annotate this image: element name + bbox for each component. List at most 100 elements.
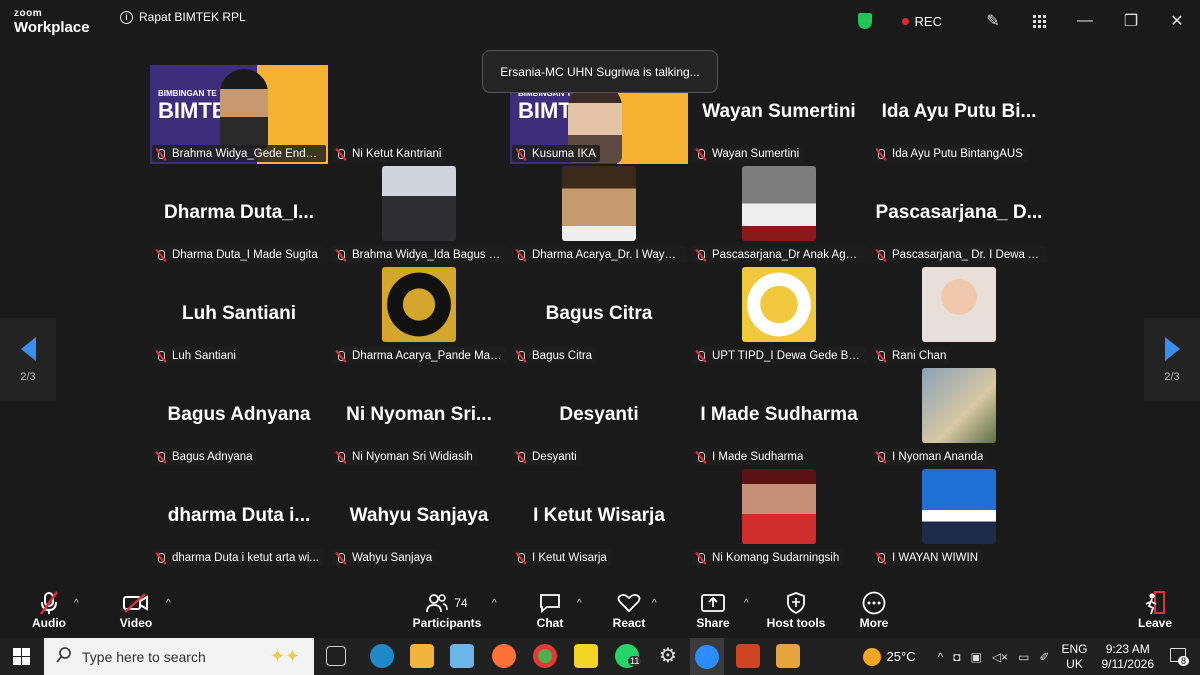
clock[interactable]: 9:23 AM 9/11/2026 [1102, 642, 1155, 672]
audio-button[interactable]: Audio [30, 582, 68, 638]
system-tray: 25°C ^ ◘ ▣ ◁× ▭ ✐ ENG UK 9:23 AM 9/11/20… [862, 638, 1200, 675]
video-button[interactable]: Video [118, 582, 154, 638]
leave-button[interactable]: Leave [1136, 582, 1174, 638]
participant-tile[interactable]: Ni Nyoman Sri... Ni Nyoman Sri Widiasih [330, 368, 508, 467]
audio-options-caret[interactable]: ^ [74, 598, 79, 609]
battery-icon[interactable]: ▭ [1018, 650, 1029, 664]
camera-tray-icon[interactable]: ▣ [970, 650, 981, 664]
react-options-caret[interactable]: ^ [652, 598, 657, 609]
prev-page-button[interactable]: 2/3 [0, 318, 56, 401]
participant-display-name: Wahyu Sanjaya [349, 505, 489, 526]
view-grid-icon[interactable] [1016, 0, 1062, 42]
minimize-button[interactable]: — [1062, 0, 1108, 42]
search-placeholder: Type here to search [82, 648, 206, 665]
windows-start-icon[interactable] [13, 648, 30, 670]
pen-tray-icon[interactable]: ✐ [1039, 650, 1049, 664]
meeting-title: Rapat BIMTEK RPL [139, 10, 246, 24]
participant-name: Ni Ketut Kantriani [352, 147, 442, 160]
clock-time: 9:23 AM [1105, 641, 1150, 656]
meeting-info[interactable]: i Rapat BIMTEK RPL [120, 10, 246, 24]
zoom-taskbar-button[interactable] [690, 638, 724, 675]
participant-name-label: Pascasarjana_ Dr. I Dewa Ay... [872, 246, 1046, 263]
whatsapp-icon[interactable]: 11 [615, 644, 642, 668]
edge-icon[interactable] [370, 644, 394, 668]
file-explorer-icon[interactable] [410, 644, 434, 668]
close-button[interactable]: ✕ [1154, 0, 1200, 42]
participant-tile[interactable]: I WAYAN WIWIN [870, 469, 1048, 568]
participant-tile[interactable]: Ni Komang Sudarningsih [690, 469, 868, 568]
participant-tile[interactable]: Brahma Widya_Ida Bagus P... [330, 166, 508, 265]
video-options-caret[interactable]: ^ [166, 598, 171, 609]
participant-tile[interactable]: Desyanti Desyanti [510, 368, 688, 467]
powerpoint-icon[interactable] [736, 644, 760, 668]
participants-count: 74 [454, 596, 468, 610]
recording-indicator[interactable]: REC [901, 14, 942, 29]
share-button[interactable]: Share [694, 582, 732, 638]
chat-options-caret[interactable]: ^ [577, 598, 582, 609]
title-bar: zoom Workplace i Rapat BIMTEK RPL REC ✎ … [0, 0, 1200, 42]
chat-label: Chat [536, 616, 564, 630]
task-view-icon[interactable] [326, 646, 346, 666]
chrome-icon[interactable] [533, 644, 557, 668]
talking-notification: Ersania-MC UHN Sugriwa is talking... [482, 50, 718, 93]
participant-tile[interactable]: Dharma Duta_I... Dharma Duta_I Made Sugit… [150, 166, 328, 265]
participant-tile[interactable]: Wahyu Sanjaya Wahyu Sanjaya [330, 469, 508, 568]
video-banner-line2: BIMTE [158, 98, 227, 123]
participants-options-caret[interactable]: ^ [492, 598, 497, 609]
participant-tile[interactable]: Dharma Acarya_Dr. I Wayan ... [510, 166, 688, 265]
participant-name: Pascasarjana_Dr Anak Agun... [712, 248, 862, 261]
host-tools-label: Host tools [766, 616, 826, 630]
speaker-muted-icon[interactable]: ◁× [992, 650, 1008, 664]
sticky-notes-icon[interactable] [574, 644, 598, 668]
chat-icon [539, 590, 561, 616]
participant-tile[interactable]: Bagus Adnyana Bagus Adnyana [150, 368, 328, 467]
participants-button[interactable]: 74 Participants [413, 582, 481, 638]
participant-name-label: dharma Duta i ketut arta wi... [152, 549, 324, 566]
host-tools-button[interactable]: Host tools [766, 582, 826, 638]
participant-tile[interactable]: Ida Ayu Putu Bi... Ida Ayu Putu BintangAU… [870, 65, 1048, 164]
notifications-icon[interactable]: 8 [1170, 647, 1190, 666]
chat-button[interactable]: Chat [532, 582, 568, 638]
participant-tile[interactable]: UPT TIPD_I Dewa Gede Budi... [690, 267, 868, 366]
participant-name-label: I Ketut Wisarja [512, 549, 611, 566]
participant-tile[interactable]: BIMBINGAN TE BIMTE Brahma Widya_Gede Endy … [150, 65, 328, 164]
participant-name-label: Bagus Citra [512, 347, 597, 364]
participant-tile[interactable]: Pascasarjana_Dr Anak Agun... [690, 166, 868, 265]
next-page-button[interactable]: 2/3 [1144, 318, 1200, 401]
taskbar-search[interactable]: Type here to search ✦✦ [44, 638, 314, 675]
participant-tile[interactable]: Dharma Acarya_Pande Mad... [330, 267, 508, 366]
store-icon[interactable] [450, 644, 474, 668]
participant-name: Dharma Duta_I Made Sugita [172, 248, 318, 261]
participant-tile[interactable]: Pascasarjana_ D... Pascasarjana_ Dr. I De… [870, 166, 1048, 265]
participant-photo-avatar [922, 267, 996, 342]
mic-tray-icon[interactable]: ◘ [953, 650, 960, 664]
annotate-icon[interactable]: ✎ [970, 0, 1016, 42]
restore-button[interactable]: ❐ [1108, 0, 1154, 42]
participant-name-label: I Nyoman Ananda [872, 448, 988, 465]
tray-chevron-icon[interactable]: ^ [938, 650, 944, 664]
participant-logo-avatar [382, 267, 456, 342]
shield-icon[interactable] [857, 13, 872, 29]
more-button[interactable]: More [856, 582, 892, 638]
participant-tile[interactable]: Rani Chan [870, 267, 1048, 366]
media-player-icon[interactable] [776, 644, 800, 668]
participant-name: UPT TIPD_I Dewa Gede Budi... [712, 349, 862, 362]
language-indicator[interactable]: ENG UK [1061, 642, 1087, 672]
react-button[interactable]: React [610, 582, 648, 638]
mic-muted-icon [334, 350, 348, 362]
mic-muted-icon [694, 249, 708, 261]
firefox-icon[interactable] [492, 644, 516, 668]
participant-tile[interactable]: Luh Santiani Luh Santiani [150, 267, 328, 366]
settings-gear-icon[interactable]: ⚙ [656, 644, 680, 668]
info-icon[interactable]: i [120, 10, 133, 24]
participant-tile[interactable]: I Made Sudharma I Made Sudharma [690, 368, 868, 467]
participant-name: Bagus Citra [532, 349, 593, 362]
share-options-caret[interactable]: ^ [744, 598, 749, 609]
participant-tile[interactable]: Bagus Citra Bagus Citra [510, 267, 688, 366]
participant-tile[interactable]: dharma Duta i... dharma Duta i ketut arta… [150, 469, 328, 568]
participant-name: I Ketut Wisarja [532, 551, 607, 564]
weather-icon[interactable] [862, 647, 881, 666]
temperature[interactable]: 25°C [887, 649, 916, 664]
participant-tile[interactable]: I Nyoman Ananda [870, 368, 1048, 467]
participant-tile[interactable]: I Ketut Wisarja I Ketut Wisarja [510, 469, 688, 568]
